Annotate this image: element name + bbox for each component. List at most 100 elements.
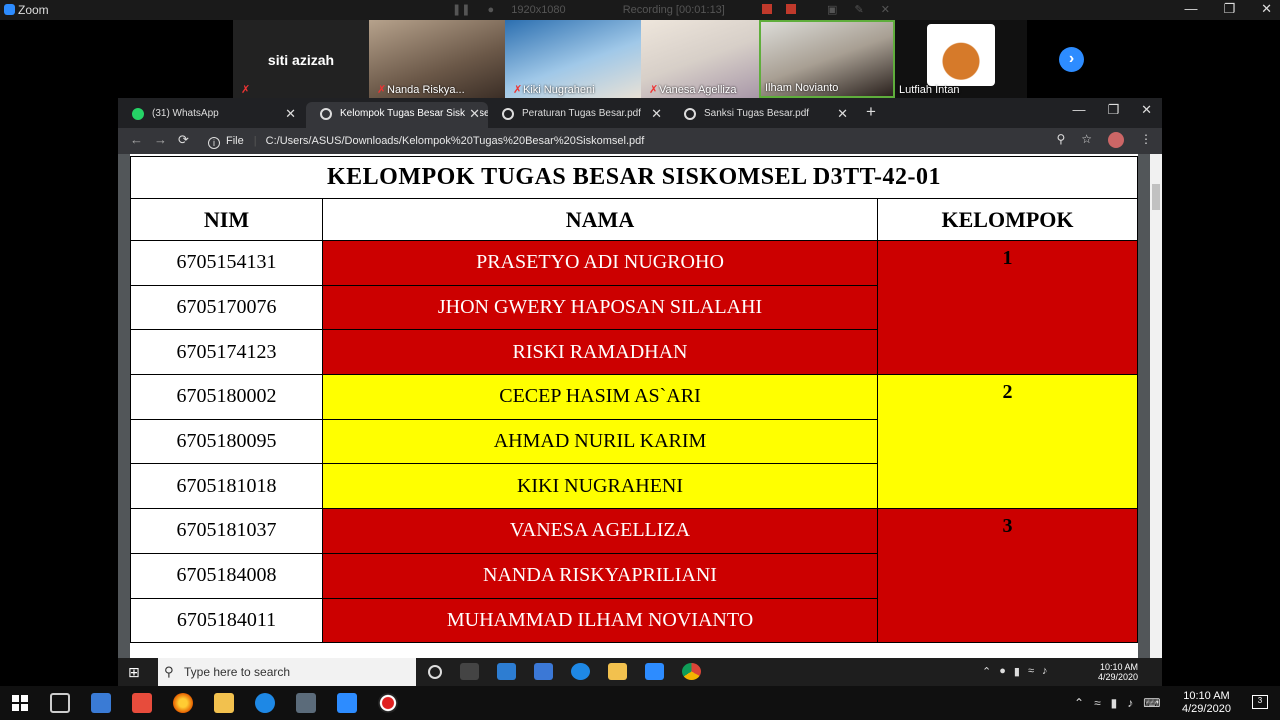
remote-clock[interactable]: 10:10 AM 4/29/2020 — [1098, 662, 1138, 682]
tab-sanksi[interactable]: Sanksi Tugas Besar.pdf ✕ — [670, 102, 856, 128]
window-controls: — ❐ ✕ — [1184, 1, 1272, 17]
nama-cell: NANDA RISKYAPRILIANI — [322, 552, 878, 599]
back-icon[interactable]: ← — [130, 132, 143, 147]
app-icon[interactable] — [132, 693, 152, 713]
camera-icon[interactable]: ▣ — [827, 4, 837, 16]
forward-icon[interactable]: → — [154, 132, 167, 147]
vertical-scrollbar[interactable] — [1150, 154, 1162, 658]
battery-icon[interactable]: ▮ — [1111, 696, 1118, 710]
address-bar[interactable]: i File | C:/Users/ASUS/Downloads/Kelompok%… — [202, 130, 1122, 152]
firefox-icon[interactable] — [173, 693, 193, 713]
remote-date: 4/29/2020 — [1097, 672, 1138, 682]
bookmark-star-icon[interactable]: ☆ — [1081, 132, 1092, 148]
tab-bar: (31) WhatsApp ✕ Kelompok Tugas Besar Sis… — [118, 98, 1162, 128]
participant-tile[interactable]: Vanesa Agelliza ✗ — [641, 20, 759, 98]
minimize-icon[interactable]: — — [1072, 102, 1085, 118]
url-text: C:/Users/ASUS/Downloads/Kelompok%20Tugas… — [265, 135, 645, 147]
file-explorer-icon[interactable] — [214, 693, 234, 713]
maximize-icon[interactable]: ❐ — [1107, 102, 1119, 118]
scrollbar-thumb[interactable] — [1152, 184, 1160, 210]
pdf-viewer[interactable]: KELOMPOK TUGAS BESAR SISKOMSEL D3TT-42-0… — [118, 154, 1162, 658]
annotate-icon[interactable]: ✎ — [854, 4, 863, 16]
remote-time: 10:10 AM — [1099, 662, 1138, 672]
tab-label: Peraturan Tugas Besar.pdf — [522, 108, 641, 119]
volume-icon[interactable]: ♪ — [1042, 665, 1048, 678]
chrome-icon[interactable] — [682, 663, 701, 680]
tab-label: Sanksi Tugas Besar.pdf — [704, 108, 810, 119]
edge-icon[interactable] — [255, 693, 275, 713]
keyboard-icon[interactable]: ⌨ — [1143, 696, 1160, 710]
microphone-icon[interactable]: ● — [999, 665, 1006, 678]
participant-tile-active[interactable]: Ilham Novianto — [759, 20, 895, 98]
new-tab-button[interactable]: + — [866, 102, 876, 122]
wifi-icon[interactable]: ≈ — [1094, 696, 1101, 710]
profile-avatar[interactable] — [1108, 132, 1124, 148]
table-row: 6705154131 PRASETYO ADI NUGROHO 1 — [130, 239, 1138, 376]
battery-icon[interactable]: ▮ — [1014, 665, 1020, 678]
mail-icon[interactable] — [497, 663, 516, 680]
nim-cell: 6705170076 — [130, 284, 323, 331]
maximize-icon[interactable]: ❐ — [1223, 1, 1235, 17]
notification-icon[interactable]: 3 — [1252, 695, 1268, 709]
pause-icon[interactable]: ❚❚ — [452, 4, 470, 16]
store-icon[interactable] — [534, 663, 553, 680]
close-share-icon[interactable]: ✕ — [881, 4, 890, 16]
group-cell-1: 1 — [877, 239, 1138, 376]
microphone-icon[interactable]: ● — [488, 4, 495, 16]
edge-icon[interactable] — [571, 663, 590, 680]
info-icon[interactable]: i — [208, 137, 220, 149]
tab-whatsapp[interactable]: (31) WhatsApp ✕ — [118, 102, 304, 128]
zoom-app-icon[interactable] — [337, 693, 357, 713]
nim-cell: 6705174123 — [130, 329, 323, 376]
tab-peraturan[interactable]: Peraturan Tugas Besar.pdf ✕ — [488, 102, 670, 128]
tab-kelompok[interactable]: Kelompok Tugas Besar Siskomsel ✕ — [306, 102, 488, 128]
wifi-icon[interactable]: ≈ — [1028, 665, 1034, 678]
next-participants-button[interactable]: › — [1059, 47, 1084, 72]
menu-icon[interactable]: ⋮ — [1140, 132, 1152, 148]
window-title: Zoom — [18, 3, 49, 17]
cortana-icon[interactable] — [428, 665, 442, 679]
reload-icon[interactable]: ⟳ — [178, 132, 189, 148]
participant-tile[interactable]: Kiki Nugraheni ✗ — [505, 20, 641, 98]
zoom-app-icon[interactable] — [645, 663, 664, 680]
pause-recording-icon[interactable] — [761, 4, 772, 14]
close-icon[interactable]: ✕ — [1261, 1, 1272, 17]
participant-tile[interactable]: Nanda Riskya... ✗ — [369, 20, 505, 98]
clock[interactable]: 10:10 AM 4/29/2020 — [1182, 690, 1231, 716]
zoom-icon[interactable]: ⚲ — [1056, 132, 1065, 148]
minimize-icon[interactable]: — — [1184, 1, 1197, 17]
chevron-up-icon[interactable]: ⌃ — [982, 665, 991, 678]
tab-close-icon[interactable]: ✕ — [651, 102, 662, 126]
app-icon[interactable] — [296, 693, 316, 713]
zoom-title-bar: Zoom ❚❚ ● 1920x1080 Recording [00:01:13]… — [0, 0, 1280, 20]
shared-screen: (31) WhatsApp ✕ Kelompok Tugas Besar Sis… — [118, 98, 1162, 658]
pinned-apps — [50, 693, 398, 713]
control-panel-icon[interactable] — [91, 693, 111, 713]
task-view-icon[interactable] — [460, 663, 479, 680]
search-box[interactable]: ⚲ Type here to search — [158, 658, 416, 686]
nama-cell: CECEP HASIM AS`ARI — [322, 374, 878, 420]
tab-close-icon[interactable]: ✕ — [285, 102, 296, 126]
nama-cell: PRASETYO ADI NUGROHO — [322, 240, 878, 286]
tab-close-icon[interactable]: ✕ — [837, 102, 848, 126]
participant-tile[interactable]: Lutfiah Intan — [895, 20, 1027, 98]
nim-cell: 6705184011 — [130, 597, 323, 644]
record-icon[interactable] — [378, 693, 398, 713]
nim-cell: 6705184008 — [130, 552, 323, 599]
windows-start-icon[interactable]: ⊞ — [128, 664, 140, 681]
nama-cell: VANESA AGELLIZA — [322, 508, 878, 554]
task-view-icon[interactable] — [50, 693, 70, 713]
stop-recording-icon[interactable] — [785, 4, 796, 14]
participant-name: Vanesa Agelliza — [659, 84, 737, 96]
chevron-up-icon[interactable]: ⌃ — [1074, 696, 1084, 710]
browser-window-controls: — ❐ ✕ — [1072, 102, 1152, 118]
file-explorer-icon[interactable] — [608, 663, 627, 680]
participant-tile[interactable]: siti azizah ✗ — [233, 20, 369, 98]
windows-start-icon[interactable] — [12, 695, 28, 711]
volume-icon[interactable]: ♪ — [1127, 696, 1133, 710]
resolution-label: 1920x1080 — [511, 4, 566, 16]
zoom-logo-icon — [4, 4, 15, 15]
close-icon[interactable]: ✕ — [1141, 102, 1152, 118]
group-table: KELOMPOK TUGAS BESAR SISKOMSEL D3TT-42-0… — [130, 156, 1138, 644]
tab-close-icon[interactable]: ✕ — [465, 102, 480, 126]
